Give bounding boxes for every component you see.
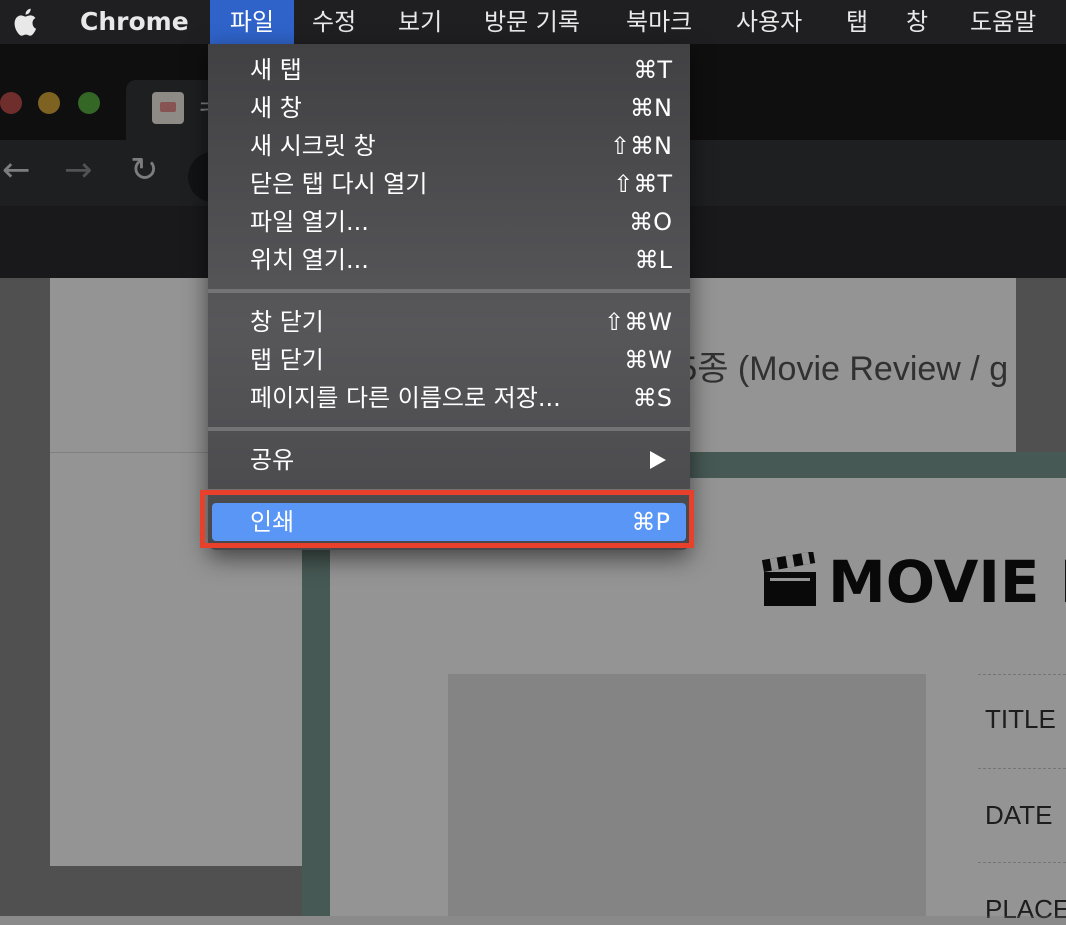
highlight-callout-box: [200, 490, 694, 548]
menu-bookmarks[interactable]: 북마크: [626, 0, 692, 44]
menu-item-new-incognito-window[interactable]: 새 시크릿 창 ⇧⌘N: [208, 127, 690, 165]
menu-people[interactable]: 사용자: [736, 0, 802, 44]
menu-tab[interactable]: 탭: [846, 0, 868, 44]
menu-item-label: 위치 열기...: [250, 246, 369, 274]
menu-item-label: 창 닫기: [250, 308, 324, 336]
apple-logo-icon[interactable]: [12, 6, 42, 38]
menu-item-open-location[interactable]: 위치 열기... ⌘L: [208, 241, 690, 279]
menu-item-shortcut: ⌘T: [633, 56, 672, 84]
submenu-arrow-icon: [650, 451, 666, 469]
menu-item-reopen-closed-tab[interactable]: 닫은 탭 다시 열기 ⇧⌘T: [208, 165, 690, 203]
menu-item-shortcut: ⌘S: [632, 384, 672, 412]
macos-menu-bar: Chrome 파일 수정 보기 방문 기록 북마크 사용자 탭 창 도움말: [0, 0, 1066, 44]
menu-edit[interactable]: 수정: [312, 0, 356, 44]
menu-item-save-page-as[interactable]: 페이지를 다른 이름으로 저장... ⌘S: [208, 379, 690, 417]
menu-item-label: 새 창: [250, 94, 302, 122]
menu-item-close-window[interactable]: 창 닫기 ⇧⌘W: [208, 303, 690, 341]
menu-item-share[interactable]: 공유: [208, 441, 690, 479]
menu-item-shortcut: ⌘W: [624, 346, 672, 374]
menu-item-shortcut: ⇧⌘W: [604, 308, 672, 336]
menu-item-new-window[interactable]: 새 창 ⌘N: [208, 89, 690, 127]
menu-item-label: 공유: [250, 446, 295, 474]
menu-view[interactable]: 보기: [398, 0, 442, 44]
menu-app-chrome[interactable]: Chrome: [80, 0, 189, 44]
menu-item-shortcut: ⇧⌘N: [609, 132, 672, 160]
menu-item-shortcut: ⌘N: [630, 94, 672, 122]
menu-separator: [208, 289, 690, 293]
menu-item-shortcut: ⌘O: [629, 208, 672, 236]
menu-item-label: 탭 닫기: [250, 346, 324, 374]
file-menu-dropdown: 새 탭 ⌘T 새 창 ⌘N 새 시크릿 창 ⇧⌘N 닫은 탭 다시 열기 ⇧⌘T…: [208, 44, 690, 550]
menu-item-label: 새 시크릿 창: [250, 132, 376, 160]
menu-file[interactable]: 파일: [210, 0, 294, 44]
menu-item-shortcut: ⌘L: [634, 246, 672, 274]
menu-help[interactable]: 도움말: [970, 0, 1036, 44]
menu-item-label: 새 탭: [250, 56, 302, 84]
menu-item-open-file[interactable]: 파일 열기... ⌘O: [208, 203, 690, 241]
menu-item-new-tab[interactable]: 새 탭 ⌘T: [208, 51, 690, 89]
menu-history[interactable]: 방문 기록: [484, 0, 580, 44]
menu-item-label: 페이지를 다른 이름으로 저장...: [250, 384, 561, 412]
menu-window[interactable]: 창: [906, 0, 928, 44]
menu-item-label: 파일 열기...: [250, 208, 369, 236]
menu-item-shortcut: ⇧⌘T: [613, 170, 672, 198]
menu-separator: [208, 427, 690, 431]
menu-item-label: 닫은 탭 다시 열기: [250, 170, 428, 198]
menu-item-close-tab[interactable]: 탭 닫기 ⌘W: [208, 341, 690, 379]
